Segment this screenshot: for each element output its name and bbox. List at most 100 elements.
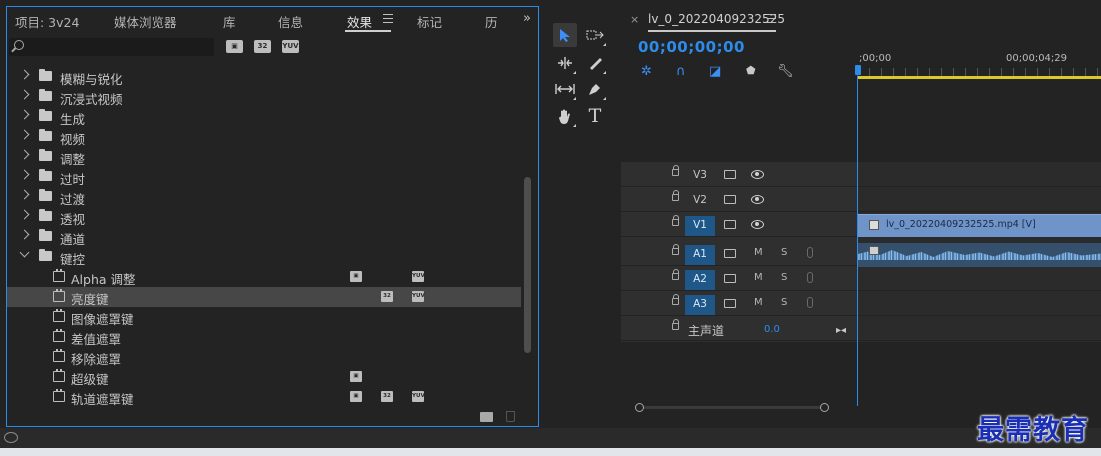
- sync-lock-icon[interactable]: [724, 274, 736, 283]
- creative-cloud-icon[interactable]: [4, 432, 18, 443]
- effect-item[interactable]: 差值遮罩: [7, 327, 521, 347]
- time-ruler[interactable]: ;00;00 00;00;04;29: [855, 50, 1101, 80]
- panel-menu-icon[interactable]: [767, 14, 776, 26]
- folder-row[interactable]: 视频: [7, 127, 521, 147]
- track-target-toggle[interactable]: A3: [685, 295, 715, 315]
- sync-lock-icon[interactable]: [724, 299, 736, 308]
- track-target-toggle[interactable]: A2: [685, 270, 715, 290]
- chevron-right-icon[interactable]: [19, 209, 30, 220]
- solo-button[interactable]: S: [781, 247, 787, 258]
- track-target-toggle[interactable]: V1: [685, 216, 715, 236]
- pen-tool[interactable]: [583, 77, 607, 101]
- razor-tool[interactable]: [583, 51, 607, 75]
- folder-row[interactable]: 过时: [7, 167, 521, 187]
- tab-history[interactable]: 历: [485, 12, 498, 31]
- folder-row[interactable]: 生成: [7, 107, 521, 127]
- search-input[interactable]: [9, 38, 214, 56]
- lock-icon[interactable]: [672, 190, 679, 201]
- lock-icon[interactable]: [672, 294, 679, 305]
- track-select-forward-tool[interactable]: [583, 23, 607, 47]
- microphone-icon[interactable]: [807, 247, 813, 258]
- linked-selection-icon[interactable]: ◪: [709, 64, 721, 79]
- track-target-toggle[interactable]: V2: [685, 191, 715, 211]
- lock-icon[interactable]: [672, 319, 679, 330]
- mute-button[interactable]: M: [754, 247, 763, 258]
- ripple-edit-tool[interactable]: [553, 51, 577, 75]
- effect-item[interactable]: 移除遮罩: [7, 347, 521, 367]
- tab-markers[interactable]: 标记: [417, 12, 442, 31]
- microphone-icon[interactable]: [807, 272, 813, 283]
- snap-magnet-icon[interactable]: ∩: [676, 64, 686, 79]
- lock-icon[interactable]: [672, 244, 679, 255]
- chevron-right-icon[interactable]: [19, 69, 30, 80]
- folder-row[interactable]: 模糊与锐化: [7, 67, 521, 87]
- chevron-right-icon[interactable]: [19, 189, 30, 200]
- folder-row[interactable]: 调整: [7, 147, 521, 167]
- eye-icon[interactable]: [751, 195, 764, 204]
- playhead-line[interactable]: [857, 76, 858, 406]
- solo-button[interactable]: S: [781, 297, 787, 308]
- yuv-filter-button[interactable]: YUV: [282, 40, 299, 53]
- effect-item[interactable]: 超级键 ▣: [7, 367, 521, 387]
- wrench-icon[interactable]: 🔧︎: [777, 64, 794, 79]
- lock-icon[interactable]: [672, 215, 679, 226]
- tab-media-browser[interactable]: 媒体浏览器: [114, 12, 177, 31]
- master-volume-value[interactable]: 0.0: [764, 324, 780, 335]
- folder-row-expanded[interactable]: 键控: [7, 247, 521, 267]
- lock-icon[interactable]: [672, 165, 679, 176]
- chevron-right-icon[interactable]: [19, 89, 30, 100]
- sync-lock-icon[interactable]: [724, 249, 736, 258]
- 32-bit-filter-button[interactable]: 32: [254, 40, 271, 53]
- folder-row[interactable]: 通道: [7, 227, 521, 247]
- folder-row[interactable]: 沉浸式视频: [7, 87, 521, 107]
- slip-tool[interactable]: [553, 77, 577, 101]
- chevron-right-icon[interactable]: [19, 229, 30, 240]
- chevron-right-icon[interactable]: [19, 149, 30, 160]
- type-tool[interactable]: T: [583, 104, 607, 128]
- microphone-icon[interactable]: [807, 297, 813, 308]
- solo-button[interactable]: S: [781, 272, 787, 283]
- chevron-right-icon[interactable]: [19, 109, 30, 120]
- mute-button[interactable]: M: [754, 272, 763, 283]
- folder-row[interactable]: 过渡: [7, 187, 521, 207]
- overflow-tabs-icon[interactable]: »: [523, 11, 531, 26]
- playhead-handle[interactable]: [855, 65, 861, 75]
- panel-menu-icon[interactable]: [383, 14, 393, 24]
- track-target-toggle[interactable]: V3: [685, 166, 715, 186]
- zoom-handle-right[interactable]: [820, 403, 829, 412]
- tab-project[interactable]: 项目: 3v24: [15, 12, 79, 31]
- effect-item[interactable]: Alpha 调整 ▣ YUV: [7, 267, 521, 287]
- hand-tool[interactable]: [553, 104, 577, 128]
- lock-icon[interactable]: [672, 269, 679, 280]
- video-clip[interactable]: lv_0_20220409232525.mp4 [V]: [858, 214, 1101, 237]
- work-area-bar[interactable]: [857, 76, 1101, 79]
- audio-clip[interactable]: [858, 243, 1101, 267]
- scrollbar-track[interactable]: [639, 406, 829, 409]
- folder-row[interactable]: 透视: [7, 207, 521, 227]
- add-marker-icon[interactable]: ⬟: [746, 64, 756, 77]
- new-bin-icon[interactable]: [480, 412, 493, 422]
- track-target-toggle[interactable]: A1: [685, 245, 715, 265]
- eye-icon[interactable]: [751, 170, 764, 179]
- eye-icon[interactable]: [751, 220, 764, 229]
- zoom-handle-left[interactable]: [635, 403, 644, 412]
- effect-item[interactable]: 轨道遮罩键 ▣ 32 YUV: [7, 387, 521, 407]
- trash-icon[interactable]: [506, 411, 515, 422]
- tab-libraries[interactable]: 库: [223, 12, 236, 31]
- sync-lock-icon[interactable]: [724, 170, 736, 179]
- effect-item[interactable]: 图像遮罩键: [7, 307, 521, 327]
- vertical-scrollbar[interactable]: [524, 177, 531, 353]
- chevron-right-icon[interactable]: [19, 169, 30, 180]
- close-icon[interactable]: ×: [630, 13, 639, 26]
- selection-tool[interactable]: [553, 23, 577, 47]
- chevron-down-icon[interactable]: [19, 247, 30, 258]
- mute-button[interactable]: M: [754, 297, 763, 308]
- tab-info[interactable]: 信息: [278, 12, 303, 31]
- playhead-timecode[interactable]: 00;00;00;00: [638, 38, 745, 56]
- insert-nest-icon[interactable]: ✲: [641, 64, 652, 79]
- go-to-end-icon[interactable]: ▸◂: [836, 325, 846, 336]
- chevron-right-icon[interactable]: [19, 129, 30, 140]
- sync-lock-icon[interactable]: [724, 195, 736, 204]
- sync-lock-icon[interactable]: [724, 220, 736, 229]
- sequence-tab-title[interactable]: lv_0_20220409232525: [648, 12, 785, 26]
